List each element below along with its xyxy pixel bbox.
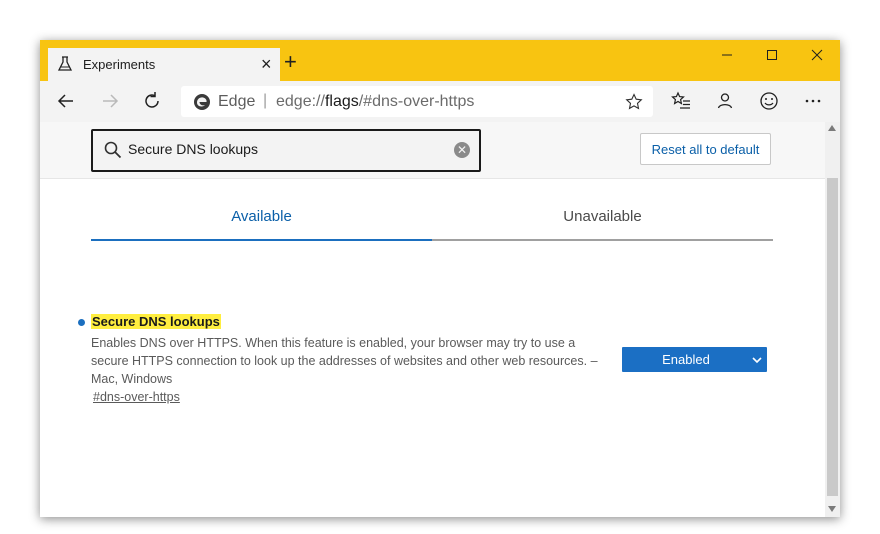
profile-icon[interactable] [713,89,737,113]
favorites-list-icon[interactable] [669,89,693,113]
url-host: flags [324,93,359,110]
close-window-button[interactable] [794,40,840,70]
minimize-button[interactable] [704,40,750,70]
flask-icon [57,56,73,71]
search-header: ✕ Reset all to default [40,122,825,179]
navigation-toolbar: Edge | edge://flags/#dns-over-https [40,81,840,122]
url-text[interactable]: edge://flags/#dns-over-https [276,93,474,111]
favorite-star-icon[interactable] [625,93,643,111]
chevron-down-icon [752,357,762,364]
smiley-icon[interactable] [757,89,781,113]
url-prefix: edge:// [276,93,325,110]
browser-tab[interactable]: Experiments × [48,48,280,81]
edge-logo-icon [194,94,210,110]
more-icon[interactable] [801,89,825,113]
minimize-icon [722,54,732,56]
scroll-up-icon[interactable] [828,125,836,131]
flags-page: ✕ Reset all to default Available Unavail… [40,122,825,517]
vertical-scrollbar[interactable] [825,122,840,517]
address-separator: | [263,92,268,109]
flag-anchor-link[interactable]: #dns-over-https [93,390,180,404]
browser-window: Experiments × + Edge | edge://flags/#dns… [40,40,840,517]
flag-state-value: Enabled [662,352,710,367]
refresh-icon[interactable] [140,89,164,113]
tab-available[interactable]: Available [91,205,432,241]
maximize-icon [767,50,777,60]
scrollbar-thumb[interactable] [827,178,838,496]
search-box[interactable]: ✕ [91,129,481,172]
flag-name: Secure DNS lookups [91,314,221,329]
maximize-button[interactable] [749,40,795,70]
search-input[interactable] [128,139,428,159]
address-bar[interactable]: Edge | edge://flags/#dns-over-https [181,86,653,117]
close-window-icon [811,49,823,61]
forward-arrow-icon[interactable] [98,89,122,113]
flag-description: Enables DNS over HTTPS. When this featur… [91,336,598,386]
close-icon[interactable]: × [261,54,272,74]
browser-brand: Edge [218,93,256,110]
tab-unavailable[interactable]: Unavailable [432,205,773,241]
modified-dot-icon [78,319,85,326]
tab-title: Experiments [83,57,156,72]
url-suffix: /#dns-over-https [358,93,475,110]
search-icon [104,141,122,159]
flag-state-select[interactable]: Enabled [622,347,767,372]
back-arrow-icon[interactable] [54,89,78,113]
reset-all-button[interactable]: Reset all to default [640,133,771,165]
clear-search-icon[interactable]: ✕ [454,142,470,158]
scroll-down-icon[interactable] [828,506,836,512]
title-bar: Experiments × + [40,40,840,81]
new-tab-button[interactable]: + [284,51,297,73]
flag-tabs: Available Unavailable [91,205,773,241]
